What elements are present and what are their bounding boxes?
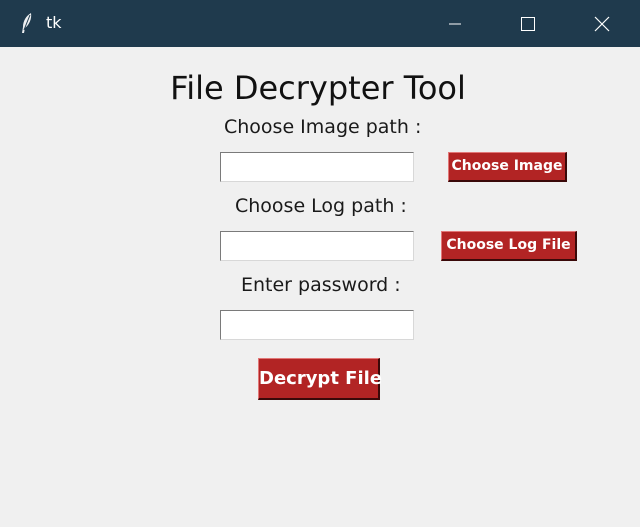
password-label: Enter password : <box>241 274 401 296</box>
window-title: tk <box>46 13 62 32</box>
choose-image-button[interactable]: Choose Image <box>448 152 567 182</box>
decrypt-file-button[interactable]: Decrypt File <box>258 358 382 400</box>
close-button[interactable] <box>579 0 625 47</box>
image-path-input[interactable] <box>220 152 414 182</box>
close-icon <box>594 16 610 32</box>
app-window: tk File Decrypter Tool Choose Image path… <box>0 0 640 527</box>
page-title: File Decrypter Tool <box>170 69 466 107</box>
log-path-label: Choose Log path : <box>235 195 407 217</box>
choose-log-file-button[interactable]: Choose Log File <box>441 231 577 261</box>
image-path-label: Choose Image path : <box>224 116 422 138</box>
password-input[interactable] <box>220 310 414 340</box>
feather-icon <box>20 12 34 34</box>
log-path-input[interactable] <box>220 231 414 261</box>
title-bar[interactable]: tk <box>0 0 640 47</box>
main-content: File Decrypter Tool Choose Image path : … <box>0 47 640 527</box>
maximize-icon <box>521 17 535 31</box>
minimize-button[interactable] <box>432 0 478 47</box>
minimize-icon <box>449 23 461 25</box>
maximize-button[interactable] <box>505 0 551 47</box>
